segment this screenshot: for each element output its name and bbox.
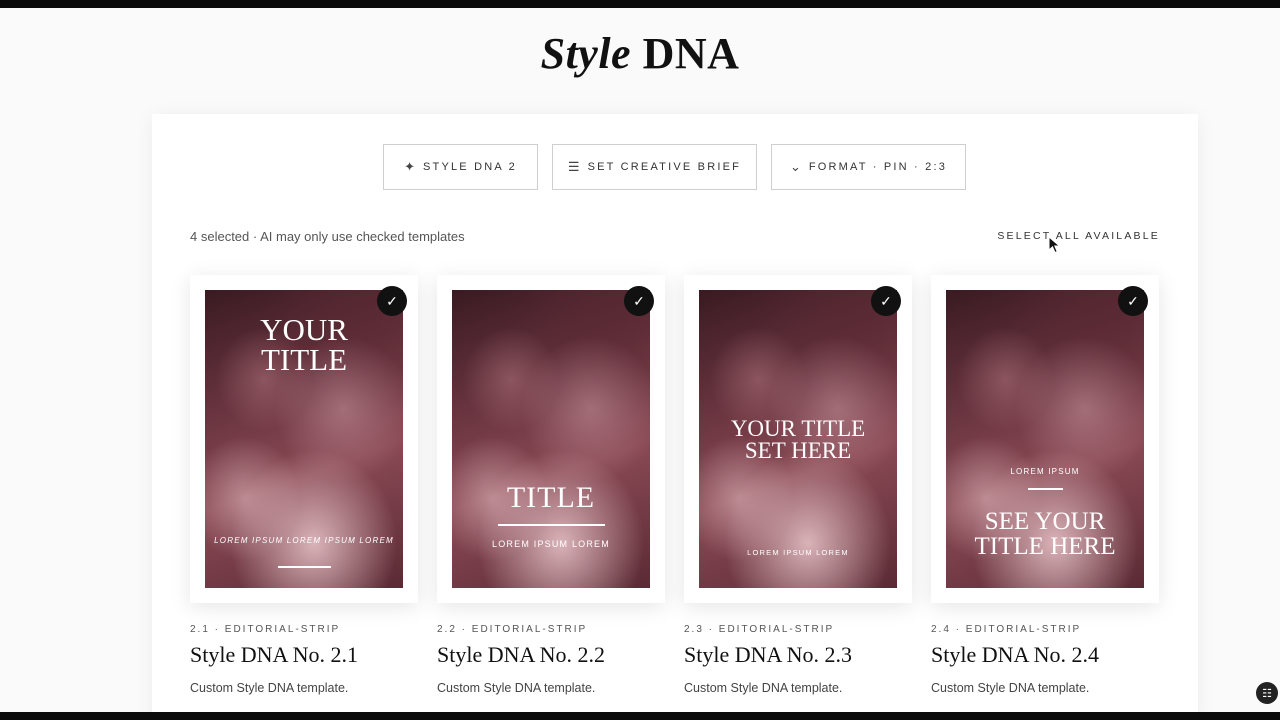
format-label: FORMAT · PIN · 2:3 — [808, 161, 948, 173]
select-all-available-link[interactable]: SELECT ALL AVAILABLE — [997, 230, 1160, 242]
help-widget-icon[interactable]: ☷ — [1256, 682, 1278, 704]
preview-divider — [498, 524, 605, 526]
card-title: Style DNA No. 2.3 — [684, 642, 853, 667]
style-dna-label: STYLE DNA 2 — [423, 161, 517, 173]
preview-title-line-1: YOUR — [260, 312, 348, 347]
card-frame: YOUR TITLE SET HERE LOREM IPSUM LOREM ✓ — [684, 275, 912, 603]
page-title-italic: Style — [540, 29, 632, 78]
template-preview-image[interactable]: YOUR TITLE SET HERE LOREM IPSUM LOREM — [699, 290, 897, 588]
card-frame: YOUR TITLE LOREM IPSUM LOREM IPSUM LOREM… — [190, 275, 418, 603]
checkmark-icon[interactable]: ✓ — [871, 286, 901, 316]
set-creative-brief-button[interactable]: ☰ SET CREATIVE BRIEF — [552, 144, 757, 190]
card-meta: 2.1 · EDITORIAL-STRIP — [190, 624, 341, 635]
checkmark-icon[interactable]: ✓ — [1118, 286, 1148, 316]
sliders-icon: ☰ — [567, 159, 580, 174]
templates-panel: ✦ STYLE DNA 2 ☰ SET CREATIVE BRIEF ⌄ FOR… — [152, 114, 1198, 720]
preview-title-line-1: SEE YOUR — [984, 508, 1106, 535]
bottom-window-bar — [0, 712, 1280, 720]
card-title: Style DNA No. 2.2 — [437, 642, 606, 667]
preview-title-line-1: TITLE — [506, 481, 596, 514]
card-frame: TITLE LOREM IPSUM LOREM ✓ — [437, 275, 665, 603]
card-description: Custom Style DNA template. — [437, 681, 596, 695]
template-card[interactable]: YOUR TITLE SET HERE LOREM IPSUM LOREM ✓ … — [684, 275, 912, 695]
preview-title-line-2: TITLE — [260, 342, 348, 377]
preview-eyebrow: LOREM IPSUM — [1010, 467, 1080, 476]
template-preview-image[interactable]: LOREM IPSUM SEE YOUR TITLE HERE — [946, 290, 1144, 588]
card-description: Custom Style DNA template. — [684, 681, 843, 695]
selection-status: 4 selected · AI may only use checked tem… — [190, 229, 465, 244]
preview-divider — [1028, 488, 1063, 490]
preview-title-line-1: YOUR TITLE — [730, 416, 866, 441]
template-preview-image[interactable]: TITLE LOREM IPSUM LOREM — [452, 290, 650, 588]
chevron-down-icon: ⌄ — [789, 159, 801, 174]
template-card[interactable]: YOUR TITLE LOREM IPSUM LOREM IPSUM LOREM… — [190, 275, 418, 695]
card-meta: 2.4 · EDITORIAL-STRIP — [931, 624, 1082, 635]
page-title: Style DNA — [0, 28, 1280, 79]
card-title: Style DNA No. 2.1 — [190, 642, 359, 667]
preview-caption: LOREM IPSUM LOREM — [492, 539, 610, 549]
preview-caption: LOREM IPSUM LOREM — [747, 548, 849, 557]
preview-title-line-2: SET HERE — [744, 438, 852, 463]
template-preview-image[interactable]: YOUR TITLE LOREM IPSUM LOREM IPSUM LOREM — [205, 290, 403, 588]
preview-divider — [278, 566, 331, 568]
preview-title-line-2: TITLE HERE — [974, 533, 1116, 560]
template-card[interactable]: TITLE LOREM IPSUM LOREM ✓ 2.2 · EDITORIA… — [437, 275, 665, 695]
card-meta: 2.3 · EDITORIAL-STRIP — [684, 624, 835, 635]
top-window-bar — [0, 0, 1280, 8]
style-dna-button[interactable]: ✦ STYLE DNA 2 — [383, 144, 538, 190]
preview-caption: LOREM IPSUM LOREM IPSUM LOREM — [214, 536, 394, 545]
card-title: Style DNA No. 2.4 — [931, 642, 1100, 667]
format-dropdown[interactable]: ⌄ FORMAT · PIN · 2:3 — [771, 144, 966, 190]
card-meta: 2.2 · EDITORIAL-STRIP — [437, 624, 588, 635]
checkmark-icon[interactable]: ✓ — [377, 286, 407, 316]
template-card[interactable]: LOREM IPSUM SEE YOUR TITLE HERE ✓ 2.4 · … — [931, 275, 1159, 695]
card-frame: LOREM IPSUM SEE YOUR TITLE HERE ✓ — [931, 275, 1159, 603]
checkmark-icon[interactable]: ✓ — [624, 286, 654, 316]
creative-brief-label: SET CREATIVE BRIEF — [587, 161, 742, 173]
page-title-rest: DNA — [631, 29, 740, 78]
mouse-cursor-icon — [1048, 236, 1061, 254]
card-description: Custom Style DNA template. — [931, 681, 1090, 695]
card-description: Custom Style DNA template. — [190, 681, 349, 695]
sparkles-icon: ✦ — [404, 159, 415, 174]
